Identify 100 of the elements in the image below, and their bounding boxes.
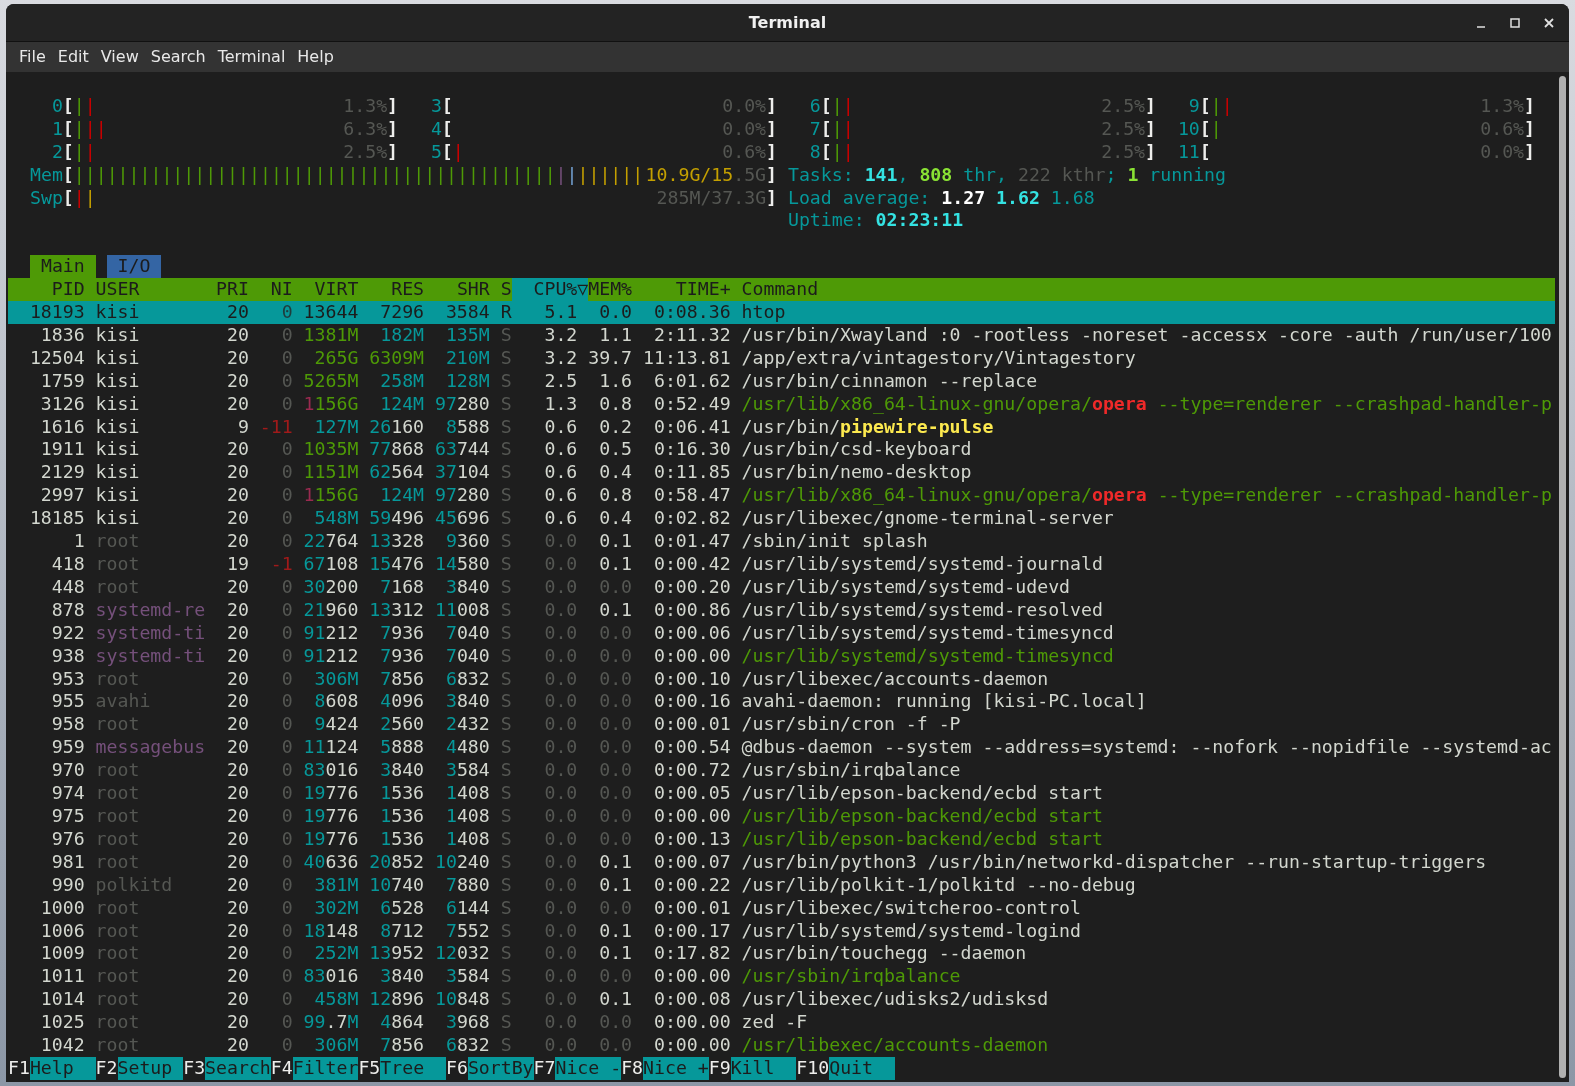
column-header[interactable]: TIME+ xyxy=(632,278,731,302)
meter-reading: 0.6% xyxy=(722,140,767,164)
process-row[interactable]: 1009 root 20 0 252M 13952 12032 S 0.0 0.1 0:17.82 /usr/bin/touchegg --daemon xyxy=(8,942,1555,966)
process-row[interactable]: 2997 kisi 20 0 1156G 124M 97280 S 0.6 0.8 0:58.47 /usr/lib/x86_64-linux-gnu/opera/opera --type=renderer --crashpad-handler-p xyxy=(8,484,1555,508)
process-row[interactable]: 990 polkitd 20 0 381M 10740 7880 S 0.0 0.1 0:00.22 /usr/lib/polkit-1/polkitd --no-debug xyxy=(8,873,1555,897)
column-header[interactable]: RES xyxy=(358,278,425,302)
res-cell-text: 182M xyxy=(379,323,425,347)
virt-cell-text: 30200 xyxy=(302,575,359,599)
column-header[interactable]: PID xyxy=(8,278,85,302)
state-cell-text: S xyxy=(499,369,512,393)
cpu-cell-text: 1.3 xyxy=(543,392,578,416)
command-cell-text: /usr/libexec/accounts-daemon xyxy=(740,1034,1050,1057)
column-header[interactable]: Command xyxy=(730,278,819,302)
mem-cell-text: 0.1 xyxy=(598,553,633,576)
process-row[interactable]: 1014 root 20 0 458M 12896 10848 S 0.0 0.1 0:00.08 /usr/libexec/udisks2/udisksd xyxy=(8,988,1555,1012)
meter-label: 0 xyxy=(50,94,63,118)
state-cell-text: S xyxy=(499,461,512,485)
process-row[interactable]: 448 root 20 0 30200 7168 3840 S 0.0 0.0 0:00.20 /usr/lib/systemd/systemd-udevd xyxy=(8,575,1555,599)
state-cell-text: S xyxy=(499,988,512,1012)
bracket: ] xyxy=(766,163,778,187)
res-cell-text: 2560 xyxy=(379,713,425,737)
process-row[interactable]: 953 root 20 0 306M 7856 6832 S 0.0 0.0 0:00.10 /usr/libexec/accounts-daemon xyxy=(8,667,1555,691)
column-header[interactable]: NI xyxy=(248,278,293,302)
user-cell-text: root xyxy=(94,1034,141,1057)
process-row[interactable]: 18193 kisi 20 0 13644 7296 3584 R 5.1 0.0 0:08.36 htop xyxy=(8,301,1555,324)
nice-cell-text: 0 xyxy=(280,507,293,531)
process-row[interactable]: 1025 root 20 0 99.7M 4864 3968 S 0.0 0.0 0:00.00 zed -F xyxy=(8,1011,1555,1035)
cpu-cell-text: 3.2 xyxy=(543,323,578,347)
close-icon[interactable] xyxy=(1543,16,1555,29)
column-header[interactable]: S xyxy=(489,278,512,302)
nice-cell-text: 0 xyxy=(280,942,293,966)
process-row[interactable]: 1006 root 20 0 18148 8712 7552 S 0.0 0.1 0:00.17 /usr/lib/systemd/systemd-logind xyxy=(8,919,1555,943)
process-row[interactable]: 1759 kisi 20 0 5265M 258M 128M S 2.5 1.6 6:01.62 /usr/bin/cinnamon --replace xyxy=(8,369,1555,393)
virt-cell-text: 9424 xyxy=(313,713,359,737)
menu-item[interactable]: File xyxy=(14,45,51,69)
nice-cell-text: 0 xyxy=(280,667,293,691)
bracket: ] xyxy=(387,140,399,164)
process-row[interactable]: 958 root 20 0 9424 2560 2432 S 0.0 0.0 0:00.01 /usr/sbin/cron -f -P xyxy=(8,713,1555,737)
meter-reading: 0.0% xyxy=(722,94,767,118)
bracket: [ xyxy=(820,140,832,164)
column-header[interactable]: SHR xyxy=(424,278,490,302)
priority-cell-text: 20 xyxy=(225,575,249,599)
menu-item[interactable]: View xyxy=(95,45,144,69)
process-row[interactable]: 3126 kisi 20 0 1156G 124M 97280 S 1.3 0.8 0:52.49 /usr/lib/x86_64-linux-gnu/opera/opera --type=renderer --crashpad-handler-p xyxy=(8,392,1555,416)
pid-cell-text: 1014 xyxy=(39,988,85,1012)
state-cell-text: S xyxy=(499,873,512,897)
process-row[interactable]: 970 root 20 0 83016 3840 3584 S 0.0 0.0 0:00.72 /usr/sbin/irqbalance xyxy=(8,759,1555,783)
process-row[interactable]: 2129 kisi 20 0 1151M 62564 37104 S 0.6 0.4 0:11.85 /usr/bin/nemo-desktop xyxy=(8,461,1555,485)
virt-cell-text: 19776 xyxy=(302,782,359,805)
maximize-icon[interactable] xyxy=(1509,16,1521,29)
column-header[interactable]: VIRT xyxy=(292,278,359,302)
pid-cell-text: 2129 xyxy=(39,461,85,485)
process-row[interactable]: 955 avahi 20 0 8608 4096 3840 S 0.0 0.0 0:00.16 avahi-daemon: running [kisi-PC.local] xyxy=(8,690,1555,714)
nice-cell-text: 0 xyxy=(280,896,293,920)
res-cell-text: 59496 xyxy=(368,507,425,531)
nice-cell-text: 0 xyxy=(280,965,293,989)
pid-cell-text: 1616 xyxy=(39,415,85,439)
menu-item[interactable]: Terminal xyxy=(212,45,291,69)
shr-cell-text: 63744 xyxy=(433,438,490,462)
process-row[interactable]: 975 root 20 0 19776 1536 1408 S 0.0 0.0 0:00.00 /usr/lib/epson-backend/ecbd start xyxy=(8,804,1555,828)
priority-cell-text: 20 xyxy=(225,782,249,805)
pid-cell-text: 448 xyxy=(50,575,85,599)
column-header[interactable]: USER xyxy=(84,278,206,302)
menu-item[interactable]: Edit xyxy=(52,45,94,69)
priority-cell-text: 20 xyxy=(225,827,249,851)
process-row[interactable]: 12504 kisi 20 0 265G 6309M 210M S 3.2 39.7 11:13.81 /app/extra/vintagestory/Vintagestory xyxy=(8,346,1555,370)
priority-cell-text: 20 xyxy=(225,965,249,989)
column-header[interactable]: MEM% xyxy=(588,278,633,302)
menu-item[interactable]: Help xyxy=(292,45,339,69)
mem-cell-text: 0.0 xyxy=(598,804,633,828)
meter-reading: 2.5% xyxy=(343,140,388,164)
process-row[interactable]: 1616 kisi 9 -11 127M 26160 8588 S 0.6 0.2 0:06.41 /usr/bin/pipewire-pulse xyxy=(8,415,1555,439)
pid-cell-text: 12504 xyxy=(28,346,85,370)
process-row[interactable]: 418 root 19 -1 67108 15476 14580 S 0.0 0.1 0:00.42 /usr/lib/systemd/systemd-journald xyxy=(8,553,1555,576)
tab[interactable]: Main xyxy=(30,255,96,279)
process-row[interactable]: 922 systemd-ti 20 0 91212 7936 7040 S 0.0 0.0 0:00.06 /usr/lib/systemd/systemd-timesyncd xyxy=(8,621,1555,645)
process-row[interactable]: 981 root 20 0 40636 20852 10240 S 0.0 0.1 0:00.07 /usr/bin/python3 /usr/bin/networkd-dispatcher --run-startup-triggers xyxy=(8,850,1555,874)
menu-item[interactable]: Search xyxy=(145,45,211,69)
time-cell-text: 0:00.01 xyxy=(652,896,731,920)
column-header[interactable]: PRI xyxy=(205,278,249,302)
res-cell-text: 1536 xyxy=(379,782,425,805)
res-cell-text: 258M xyxy=(379,369,425,393)
process-row[interactable]: 1042 root 20 0 306M 7856 6832 S 0.0 0.0 0:00.00 /usr/libexec/accounts-daemon xyxy=(8,1034,1555,1057)
process-row[interactable]: 938 systemd-ti 20 0 91212 7936 7040 S 0.0 0.0 0:00.00 /usr/lib/systemd/systemd-timesyncd xyxy=(8,644,1555,668)
virt-cell-text: 1381M xyxy=(302,323,359,347)
process-row[interactable]: 1911 kisi 20 0 1035M 77868 63744 S 0.6 0.5 0:16.30 /usr/bin/csd-keyboard xyxy=(8,438,1555,462)
process-row[interactable]: 1000 root 20 0 302M 6528 6144 S 0.0 0.0 0:00.01 /usr/libexec/switcheroo-control xyxy=(8,896,1555,920)
process-row[interactable]: 976 root 20 0 19776 1536 1408 S 0.0 0.0 0:00.13 /usr/lib/epson-backend/ecbd start xyxy=(8,827,1555,851)
process-row[interactable]: 959 messagebus 20 0 11124 5888 4480 S 0.0 0.0 0:00.54 @dbus-daemon --system --address=systemd: --nofork --nopidfile --systemd-ac xyxy=(8,736,1555,760)
column-header[interactable]: CPU%▽ xyxy=(511,278,589,302)
process-row[interactable]: 1 root 20 0 22764 13328 9360 S 0.0 0.1 0:01.47 /sbin/init splash xyxy=(8,530,1555,553)
process-row[interactable]: 1836 kisi 20 0 1381M 182M 135M S 3.2 1.1 2:11.32 /usr/bin/Xwayland :0 -rootless -noreset -accessx -core -auth /run/user/100 xyxy=(8,323,1555,347)
command-cell-text: /usr/lib/x86_64-linux-gnu/opera/opera --type=renderer --crashpad-handler-p xyxy=(740,484,1553,508)
virt-cell-text: 5265M xyxy=(302,369,359,393)
process-row[interactable]: 878 systemd-re 20 0 21960 13312 11008 S 0.0 0.1 0:00.86 /usr/lib/systemd/systemd-resolved xyxy=(8,598,1555,622)
process-row[interactable]: 18185 kisi 20 0 548M 59496 45696 S 0.6 0.4 0:02.82 /usr/libexec/gnome-terminal-server xyxy=(8,507,1555,531)
user-cell-text: kisi xyxy=(94,461,141,485)
process-row[interactable]: 974 root 20 0 19776 1536 1408 S 0.0 0.0 0:00.05 /usr/lib/epson-backend/ecbd start xyxy=(8,782,1555,805)
state-cell-text: S xyxy=(499,667,512,691)
process-row[interactable]: 1011 root 20 0 83016 3840 3584 S 0.0 0.0 0:00.00 /usr/sbin/irqbalance xyxy=(8,965,1555,989)
